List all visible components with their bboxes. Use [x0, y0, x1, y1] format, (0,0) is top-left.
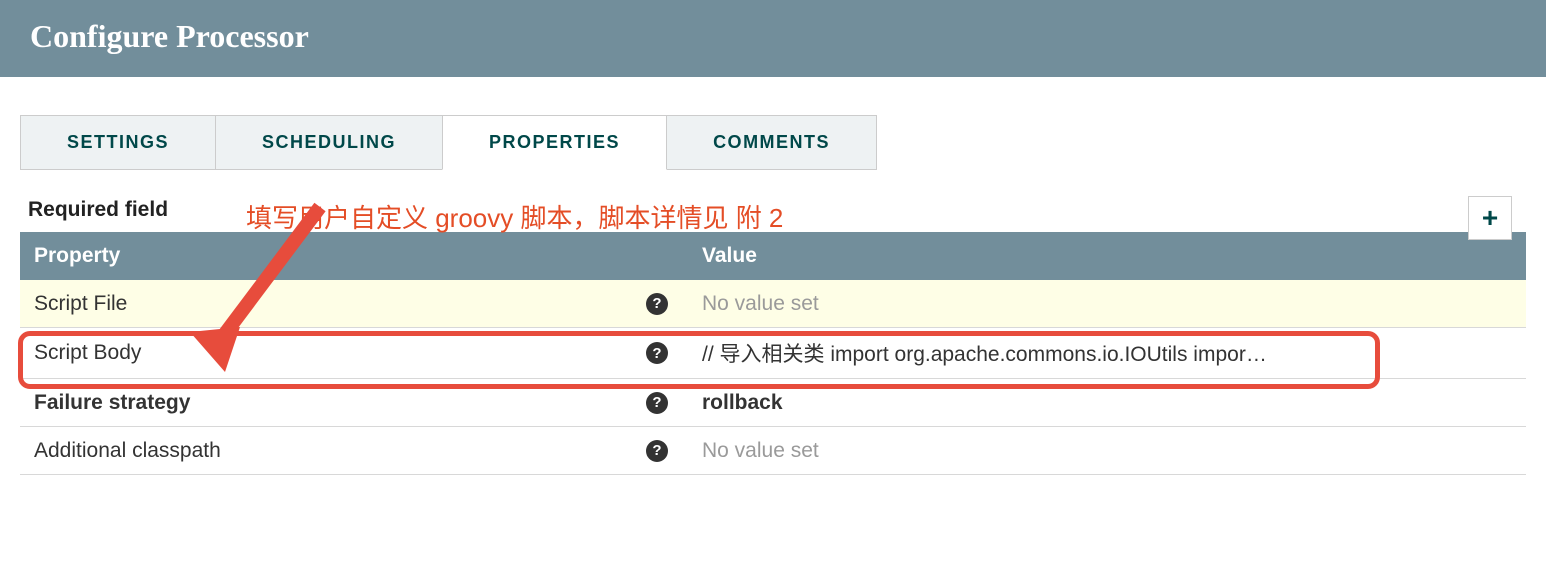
table-row[interactable]: Script Body ? // 导入相关类 import org.apache…: [20, 328, 1526, 379]
property-value: No value set: [702, 292, 819, 316]
property-value-cell[interactable]: rollback: [688, 381, 1396, 425]
property-actions: [1396, 393, 1526, 413]
required-field-row: Required field 填写用户自定义 groovy 脚本，脚本详情见 附…: [20, 198, 1526, 222]
annotation-text: 填写用户自定义 groovy 脚本，脚本详情见 附 2: [246, 198, 783, 235]
tab-scheduling[interactable]: SCHEDULING: [215, 115, 443, 170]
plus-icon: +: [1482, 202, 1498, 234]
property-name: Failure strategy: [34, 391, 190, 415]
table-row[interactable]: Failure strategy ? rollback: [20, 379, 1526, 427]
properties-table: Property Value Script File ? No value se…: [20, 232, 1526, 475]
col-header-value: Value: [688, 232, 1396, 280]
table-header: Property Value: [20, 232, 1526, 280]
tab-comments[interactable]: COMMENTS: [666, 115, 877, 170]
dialog-header: Configure Processor: [0, 0, 1546, 77]
tab-properties[interactable]: PROPERTIES: [442, 115, 667, 170]
required-field-label: Required field: [28, 198, 168, 222]
property-value-cell[interactable]: No value set: [688, 282, 1396, 326]
dialog-content: SETTINGS SCHEDULING PROPERTIES COMMENTS …: [0, 77, 1546, 475]
dialog-title: Configure Processor: [30, 18, 1516, 55]
tabs: SETTINGS SCHEDULING PROPERTIES COMMENTS: [20, 115, 1526, 170]
add-property-button[interactable]: +: [1468, 196, 1512, 240]
property-value: rollback: [702, 391, 783, 415]
table-row[interactable]: Additional classpath ? No value set: [20, 427, 1526, 475]
help-icon[interactable]: ?: [646, 293, 668, 315]
help-icon[interactable]: ?: [646, 440, 668, 462]
property-actions: [1396, 441, 1526, 461]
help-icon[interactable]: ?: [646, 392, 668, 414]
property-value-cell[interactable]: No value set: [688, 429, 1396, 473]
table-row[interactable]: Script File ? No value set: [20, 280, 1526, 328]
col-header-property: Property: [20, 232, 688, 280]
property-actions: [1396, 294, 1526, 314]
help-icon[interactable]: ?: [646, 342, 668, 364]
tab-settings[interactable]: SETTINGS: [20, 115, 216, 170]
property-value-cell[interactable]: // 导入相关类 import org.apache.commons.io.IO…: [688, 328, 1396, 378]
property-value: // 导入相关类 import org.apache.commons.io.IO…: [702, 338, 1267, 368]
property-actions: [1396, 343, 1526, 363]
property-name: Script Body: [34, 341, 141, 365]
property-name: Additional classpath: [34, 439, 221, 463]
property-value: No value set: [702, 439, 819, 463]
property-name: Script File: [34, 292, 127, 316]
